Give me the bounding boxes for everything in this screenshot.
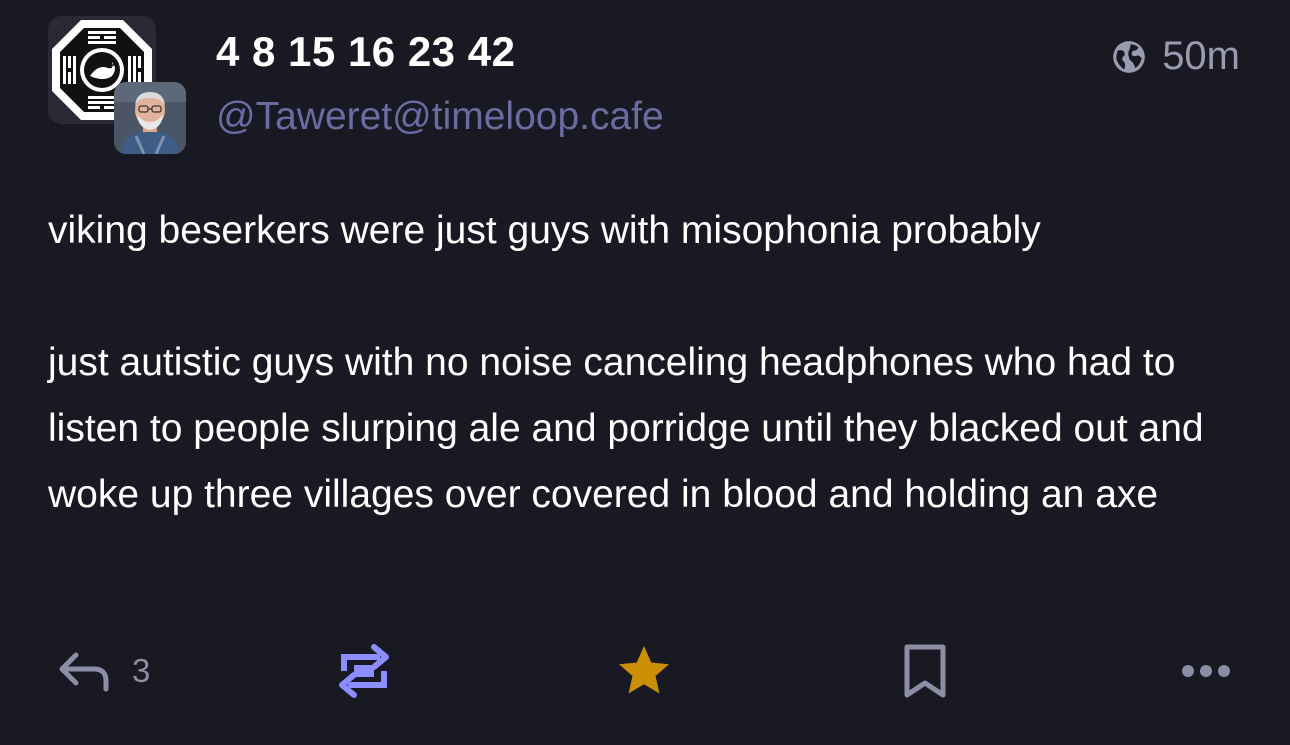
boost-icon <box>339 644 389 698</box>
booster-avatar[interactable] <box>114 82 186 154</box>
boost-button[interactable] <box>336 636 392 706</box>
bookmark-button[interactable] <box>900 636 950 706</box>
favourite-button[interactable] <box>612 636 676 706</box>
reply-count: 3 <box>132 652 151 689</box>
display-name[interactable]: 4 8 15 16 23 42 <box>216 28 515 76</box>
bookmark-icon <box>904 644 946 698</box>
content-paragraph: viking beserkers were just guys with mis… <box>48 209 1041 252</box>
more-icon <box>1182 665 1230 677</box>
status-content: viking beserkers were just guys with mis… <box>48 198 1248 528</box>
globe-icon <box>1113 40 1146 73</box>
status-timestamp[interactable]: 50m <box>1110 34 1240 79</box>
status-action-bar: 3 <box>0 636 1290 706</box>
content-paragraph: just autistic guys with no noise canceli… <box>48 341 1204 516</box>
person-photo-icon <box>114 82 186 154</box>
relative-time: 50m <box>1162 34 1240 78</box>
star-icon <box>619 646 669 694</box>
more-options-button[interactable] <box>1178 636 1234 706</box>
dharma-logo-text: DHARMA <box>87 61 117 68</box>
reply-button[interactable]: 3 <box>56 636 150 706</box>
status-card: DHARMA 4 8 15 16 23 42 @Taweret@timeloop… <box>0 0 1290 745</box>
account-handle[interactable]: @Taweret@timeloop.cafe <box>216 95 664 139</box>
reply-icon <box>59 652 109 692</box>
